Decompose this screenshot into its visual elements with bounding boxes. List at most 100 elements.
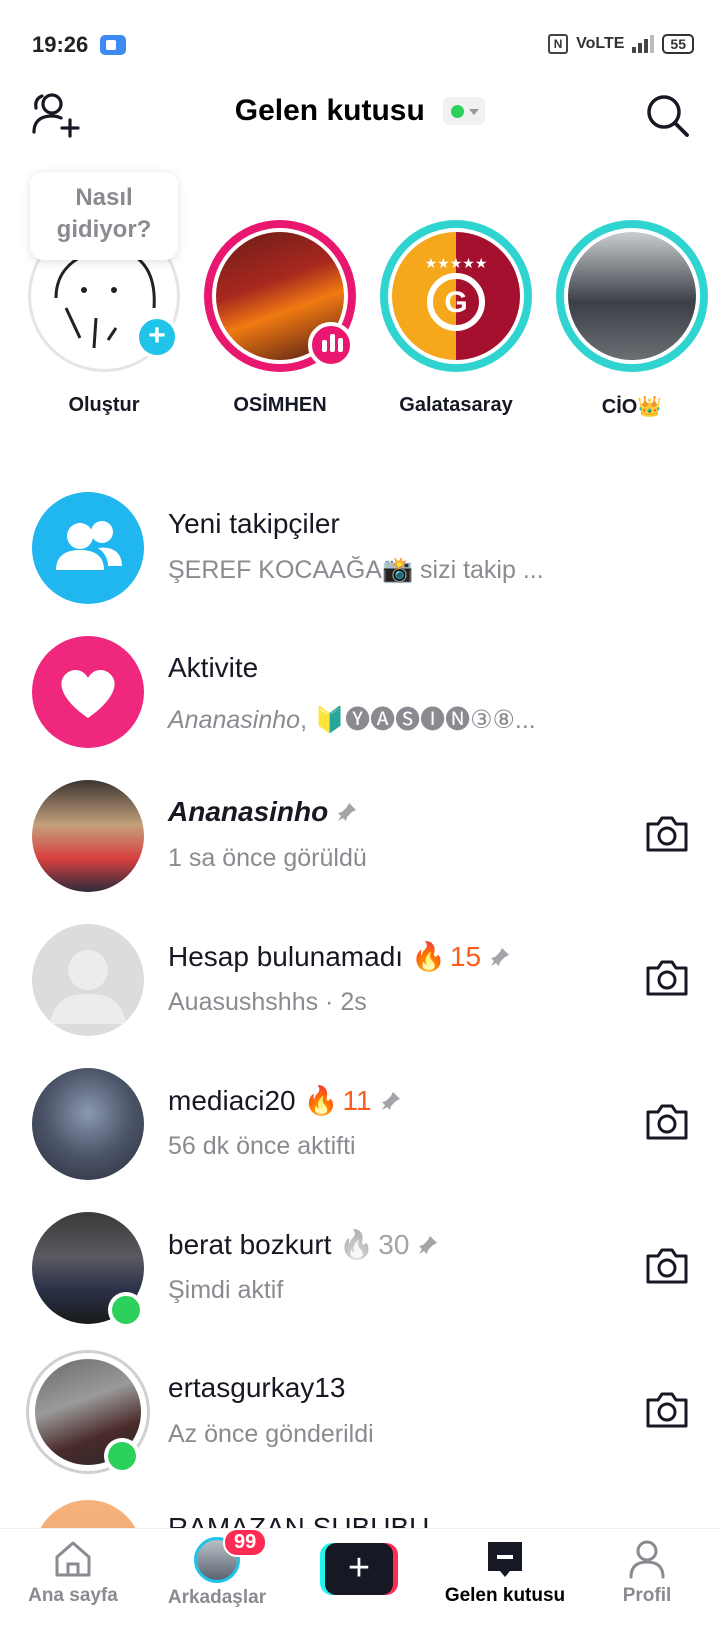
activity-user: Ananasinho <box>168 706 301 734</box>
battery-icon: 55 <box>662 34 694 54</box>
row-subtitle: Şimdi aktif <box>168 1276 284 1304</box>
row-subtitle: 1 sa önce görüldü <box>168 844 367 872</box>
svg-text:G: G <box>444 286 467 319</box>
chat-row-ananasinho[interactable]: Ananasinho 1 sa önce görüldü <box>0 776 720 920</box>
online-status-dot <box>451 105 465 118</box>
bottom-nav: Ana sayfa 99 Arkadaşlar + Gelen kutusu P… <box>0 1528 720 1628</box>
row-title: ertasgurkay13 <box>168 1372 345 1404</box>
row-subtitle: Auasushshhs · 2s <box>168 988 367 1016</box>
search-icon[interactable] <box>642 90 692 140</box>
user-avatar <box>32 924 144 1036</box>
activity-rest: , 🔰🅨🅐🅢🅘🅝③⑧... <box>300 706 536 734</box>
chat-row-partial[interactable]: RAMAZAN SUBUBU <box>0 1488 720 1528</box>
galatasaray-logo-icon: G ★★★★★ <box>425 256 488 331</box>
new-followers-avatar <box>32 492 144 604</box>
story-cio[interactable]: CİO👑 <box>552 220 712 419</box>
nav-home[interactable]: Ana sayfa <box>8 1537 138 1607</box>
camera-icon[interactable] <box>644 1102 690 1142</box>
row-title: Hesap bulunamadı 🔥 15 <box>168 940 511 973</box>
row-title: berat bozkurt 🔥 30 <box>168 1228 439 1261</box>
people-icon <box>56 521 122 570</box>
status-icons: N VoLTE 55 <box>548 34 694 54</box>
streak-badge: 🔥 11 <box>304 1084 372 1117</box>
user-name: mediaci20 <box>168 1084 296 1116</box>
user-name: berat bozkurt <box>168 1228 332 1260</box>
fire-icon: 🔥 <box>339 1229 375 1260</box>
chat-row-ertasgurkay13[interactable]: ertasgurkay13 Az önce gönderildi <box>0 1350 720 1496</box>
presence-toggle[interactable] <box>443 97 486 125</box>
row-subtitle: Az önce gönderildi <box>168 1420 374 1448</box>
nav-label: Gelen kutusu <box>444 1585 566 1606</box>
story-avatar: G ★★★★★ <box>388 228 524 364</box>
activity-row[interactable]: Aktivite Ananasinho, 🔰🅨🅐🅢🅘🅝③⑧... <box>0 632 720 776</box>
nfc-icon: N <box>548 34 569 54</box>
pin-icon <box>419 1235 438 1254</box>
inbox-list: Yeni takipçiler ŞEREF KOCAAĞA📸 sizi taki… <box>0 488 720 1496</box>
nav-inbox[interactable]: Gelen kutusu <box>440 1537 570 1607</box>
heart-icon <box>61 669 115 718</box>
activity-avatar <box>32 636 144 748</box>
row-title: Yeni takipçiler <box>168 508 340 539</box>
nav-label: Ana sayfa <box>28 1585 118 1606</box>
camera-icon[interactable] <box>644 814 690 854</box>
status-time: 19:26 <box>32 32 89 57</box>
new-followers-row[interactable]: Yeni takipçiler ŞEREF KOCAAĞA📸 sizi taki… <box>0 488 720 632</box>
online-indicator <box>108 1292 144 1328</box>
live-bars-icon <box>308 322 354 368</box>
streak-count: 15 <box>449 940 482 972</box>
camera-icon[interactable] <box>644 958 690 998</box>
add-story-plus-icon[interactable]: + <box>135 315 179 359</box>
row-title: Ananasinho <box>168 796 358 828</box>
user-name: ertasgurkay13 <box>168 1372 346 1403</box>
friends-avatar: 99 <box>194 1528 268 1583</box>
camera-icon[interactable] <box>644 1390 690 1430</box>
user-avatar <box>34 1500 142 1528</box>
story-label: Galatasaray <box>399 394 513 416</box>
row-title: RAMAZAN SUBUBU <box>168 1512 430 1528</box>
status-prompt-bubble[interactable]: Nasıl gidiyor? <box>30 172 178 260</box>
streak-count: 11 <box>342 1084 372 1116</box>
story-label: OSİMHEN <box>233 394 327 416</box>
row-subtitle: ŞEREF KOCAAĞA📸 sizi takip ... <box>168 556 544 584</box>
story-osimhen[interactable]: OSİMHEN <box>200 220 360 417</box>
row-title: Aktivite <box>168 652 259 683</box>
pin-icon <box>338 803 357 821</box>
row-subtitle: 56 dk önce aktifti <box>168 1132 356 1160</box>
chat-row-hesap[interactable]: Hesap bulunamadı 🔥 15 Auasushshhs · 2s <box>0 920 720 1064</box>
nav-label: Arkadaşlar <box>167 1587 267 1608</box>
story-galatasaray[interactable]: G ★★★★★ Galatasaray <box>376 220 536 417</box>
nav-friends[interactable]: 99 Arkadaşlar <box>152 1528 282 1609</box>
chat-row-berat[interactable]: berat bozkurt 🔥 30 Şimdi aktif <box>0 1208 720 1352</box>
story-label: CİO👑 <box>601 396 663 418</box>
fire-icon: 🔥 <box>303 1085 339 1116</box>
story-ring: G ★★★★★ <box>380 220 532 372</box>
chevron-down-icon <box>469 109 480 115</box>
page-title: Gelen kutusu <box>234 94 425 127</box>
inbox-header: Gelen kutusu <box>0 80 720 152</box>
row-subtitle: Ananasinho, 🔰🅨🅐🅢🅘🅝③⑧... <box>168 700 536 736</box>
network-label: VoLTE <box>576 35 625 52</box>
signal-icon <box>632 35 655 53</box>
user-name: Ananasinho <box>168 796 329 827</box>
svg-text:★★★★★: ★★★★★ <box>425 256 488 272</box>
streak-badge: 🔥 15 <box>411 940 481 973</box>
plus-icon: + <box>325 1543 393 1595</box>
streak-badge: 🔥 30 <box>339 1228 409 1261</box>
pin-icon <box>381 1091 400 1110</box>
user-avatar <box>32 1068 144 1180</box>
create-button[interactable]: + <box>320 1543 398 1595</box>
notification-badge: 99 <box>223 1528 268 1557</box>
story-ring <box>556 220 708 372</box>
screen-record-icon <box>100 35 126 55</box>
title-wrap: Gelen kutusu <box>0 94 720 128</box>
nav-profile[interactable]: Profil <box>582 1537 712 1607</box>
story-avatar <box>564 228 700 364</box>
camera-icon[interactable] <box>644 1246 690 1286</box>
streak-count: 30 <box>378 1228 410 1260</box>
story-label: Oluştur <box>68 394 140 416</box>
pin-icon <box>491 947 510 966</box>
default-avatar-icon <box>50 950 126 1024</box>
online-indicator <box>104 1438 140 1474</box>
chat-row-mediaci20[interactable]: mediaci20 🔥 11 56 dk önce aktifti <box>0 1064 720 1208</box>
user-name: Hesap bulunamadı <box>168 940 404 972</box>
